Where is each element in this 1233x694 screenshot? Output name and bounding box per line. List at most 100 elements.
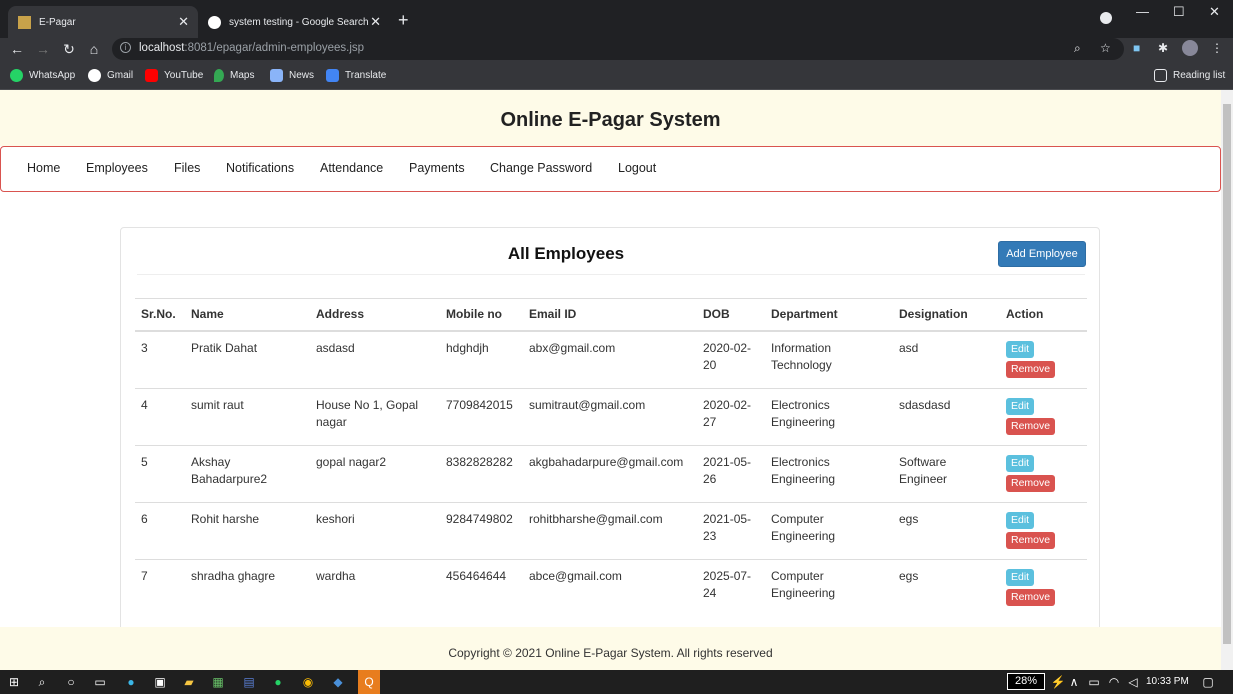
cell-action: Edit Remove <box>1000 445 1087 503</box>
extension-icon[interactable]: ■ <box>1133 41 1140 55</box>
file-explorer-icon[interactable]: ▰ <box>181 674 197 690</box>
column-header: Sr.No. <box>135 298 185 332</box>
page-scrollbar[interactable] <box>1221 90 1233 670</box>
app-icon[interactable]: ◆ <box>330 674 346 690</box>
nav-logout[interactable]: Logout <box>618 161 656 175</box>
windows-start-icon[interactable]: ⊞ <box>6 674 22 690</box>
chrome-icon[interactable]: ◉ <box>300 674 316 690</box>
minimize-icon[interactable]: — <box>1136 4 1149 19</box>
reload-icon[interactable]: ↻ <box>61 41 77 58</box>
volume-icon[interactable]: ◁ <box>1125 674 1141 690</box>
clock[interactable]: 10:33 PM <box>1146 676 1189 687</box>
nav-notifications[interactable]: Notifications <box>226 161 294 175</box>
app-icon[interactable]: Q <box>358 670 380 694</box>
wifi-icon[interactable]: ◠ <box>1106 674 1122 690</box>
cell-action: Edit Remove <box>1000 559 1087 616</box>
browser-toolbar: ← → ↻ ⌂ i localhost:8081/epagar/admin-em… <box>0 38 1233 62</box>
bookmark-maps[interactable]: Maps <box>214 69 254 82</box>
cell-department: Computer Engineering <box>771 568 836 600</box>
cell-sr: 5 <box>135 445 185 503</box>
close-icon[interactable]: ✕ <box>178 14 189 30</box>
profile-menu-icon[interactable] <box>1100 12 1112 24</box>
search-icon[interactable]: ⌕ <box>34 674 50 690</box>
cell-action: Edit Remove <box>1000 330 1087 389</box>
cortana-icon[interactable]: ○ <box>63 674 79 690</box>
app-icon[interactable]: ▦ <box>210 674 226 690</box>
edit-button[interactable]: Edit <box>1006 511 1035 529</box>
edit-button[interactable]: Edit <box>1006 340 1035 358</box>
scrollbar-thumb[interactable] <box>1223 104 1231 644</box>
site-header: Online E-Pagar System <box>0 90 1221 146</box>
site-footer: Copyright © 2021 Online E-Pagar System. … <box>0 627 1221 670</box>
more-menu-icon[interactable]: ⋮ <box>1211 41 1223 55</box>
remove-button[interactable]: Remove <box>1006 360 1056 378</box>
home-icon[interactable]: ⌂ <box>86 41 102 57</box>
tab-epagar[interactable]: E-Pagar ✕ <box>8 6 198 38</box>
cell-mobile: 456464644 <box>446 568 507 583</box>
avatar[interactable] <box>1182 40 1198 56</box>
cell-action: Edit Remove <box>1000 502 1087 560</box>
close-icon[interactable]: ✕ <box>370 14 381 30</box>
cell-mobile: 8382828282 <box>440 445 523 503</box>
store-icon[interactable]: ▣ <box>152 674 168 690</box>
task-view-icon[interactable]: ▭ <box>92 674 108 690</box>
column-header: Mobile no <box>440 298 523 332</box>
column-header: Department <box>765 298 893 332</box>
cell-name: Akshay Bahadarpure2 <box>185 445 310 503</box>
os-taskbar: ⊞ ⌕ ○ ▭ ● ▣ ▰ ▦ ▤ ● ◉ ◆ Q 28% ⚡ ∧ ▭ ◠ ◁ … <box>0 670 1233 694</box>
tab-google-search[interactable]: system testing - Google Search ✕ <box>198 6 390 38</box>
bookmark-whatsapp[interactable]: WhatsApp <box>10 69 75 82</box>
extensions-puzzle-icon[interactable]: ✱ <box>1158 41 1168 55</box>
reading-list-icon <box>1154 69 1167 82</box>
add-employee-button[interactable]: Add Employee <box>998 241 1086 267</box>
cell-designation: Software Engineer <box>893 445 1000 503</box>
site-info-icon[interactable]: i <box>120 42 131 53</box>
cell-designation: egs <box>899 568 919 583</box>
whatsapp-icon[interactable]: ● <box>270 674 286 690</box>
bookmark-star-icon[interactable]: ☆ <box>1100 41 1111 55</box>
bookmarks-bar: WhatsApp Gmail YouTube Maps News Transla… <box>0 62 1233 90</box>
main-nav: Home Employees Files Notifications Atten… <box>0 146 1221 192</box>
nav-files[interactable]: Files <box>174 161 200 175</box>
app-icon[interactable]: ▤ <box>241 674 257 690</box>
nav-change-password[interactable]: Change Password <box>490 161 592 175</box>
edit-button[interactable]: Edit <box>1006 397 1035 415</box>
address-bar[interactable]: i localhost:8081/epagar/admin-employees.… <box>112 38 1124 60</box>
table-row: 5 Akshay Bahadarpure2 gopal nagar2 83828… <box>135 445 1087 503</box>
cell-email: sumitraut@gmail.com <box>523 388 697 446</box>
chevron-up-icon[interactable]: ∧ <box>1066 674 1082 690</box>
nav-attendance[interactable]: Attendance <box>320 161 383 175</box>
battery-icon[interactable]: ▭ <box>1086 674 1102 690</box>
edge-icon[interactable]: ● <box>123 674 139 690</box>
remove-button[interactable]: Remove <box>1006 588 1056 606</box>
forward-arrow-icon[interactable]: → <box>35 41 51 57</box>
cell-email: rohitbharshe@gmail.com <box>523 502 697 560</box>
remove-button[interactable]: Remove <box>1006 417 1056 435</box>
bookmark-gmail[interactable]: Gmail <box>88 69 133 82</box>
maps-pin-icon <box>214 69 224 82</box>
zoom-icon[interactable]: ⌕ <box>1074 41 1081 56</box>
back-arrow-icon[interactable]: ← <box>9 41 25 57</box>
nav-payments[interactable]: Payments <box>409 161 465 175</box>
remove-button[interactable]: Remove <box>1006 474 1056 492</box>
window-close-icon[interactable]: ✕ <box>1209 4 1220 20</box>
bookmark-news[interactable]: News <box>270 69 314 82</box>
employees-table: Sr.No. Name Address Mobile no Email ID D… <box>135 298 1087 616</box>
cell-sr: 4 <box>135 388 185 446</box>
bookmark-youtube[interactable]: YouTube <box>145 69 203 82</box>
reading-list-button[interactable]: Reading list <box>1154 69 1225 82</box>
bookmark-translate[interactable]: Translate <box>326 69 386 82</box>
remove-button[interactable]: Remove <box>1006 531 1056 549</box>
maximize-icon[interactable]: ☐ <box>1173 4 1185 20</box>
power-plug-icon[interactable]: ⚡ <box>1050 674 1066 690</box>
cell-address: wardha <box>316 568 356 583</box>
notifications-icon[interactable]: ▢ <box>1200 674 1216 690</box>
new-tab-plus-icon[interactable]: + <box>398 10 409 31</box>
edit-button[interactable]: Edit <box>1006 454 1035 472</box>
battery-status[interactable]: 28% <box>1007 673 1045 690</box>
edit-button[interactable]: Edit <box>1006 568 1035 586</box>
nav-employees[interactable]: Employees <box>86 161 148 175</box>
nav-home[interactable]: Home <box>27 161 60 175</box>
cell-email: abx@gmail.com <box>523 330 697 389</box>
cell-mobile: hdghdjh <box>440 330 523 389</box>
